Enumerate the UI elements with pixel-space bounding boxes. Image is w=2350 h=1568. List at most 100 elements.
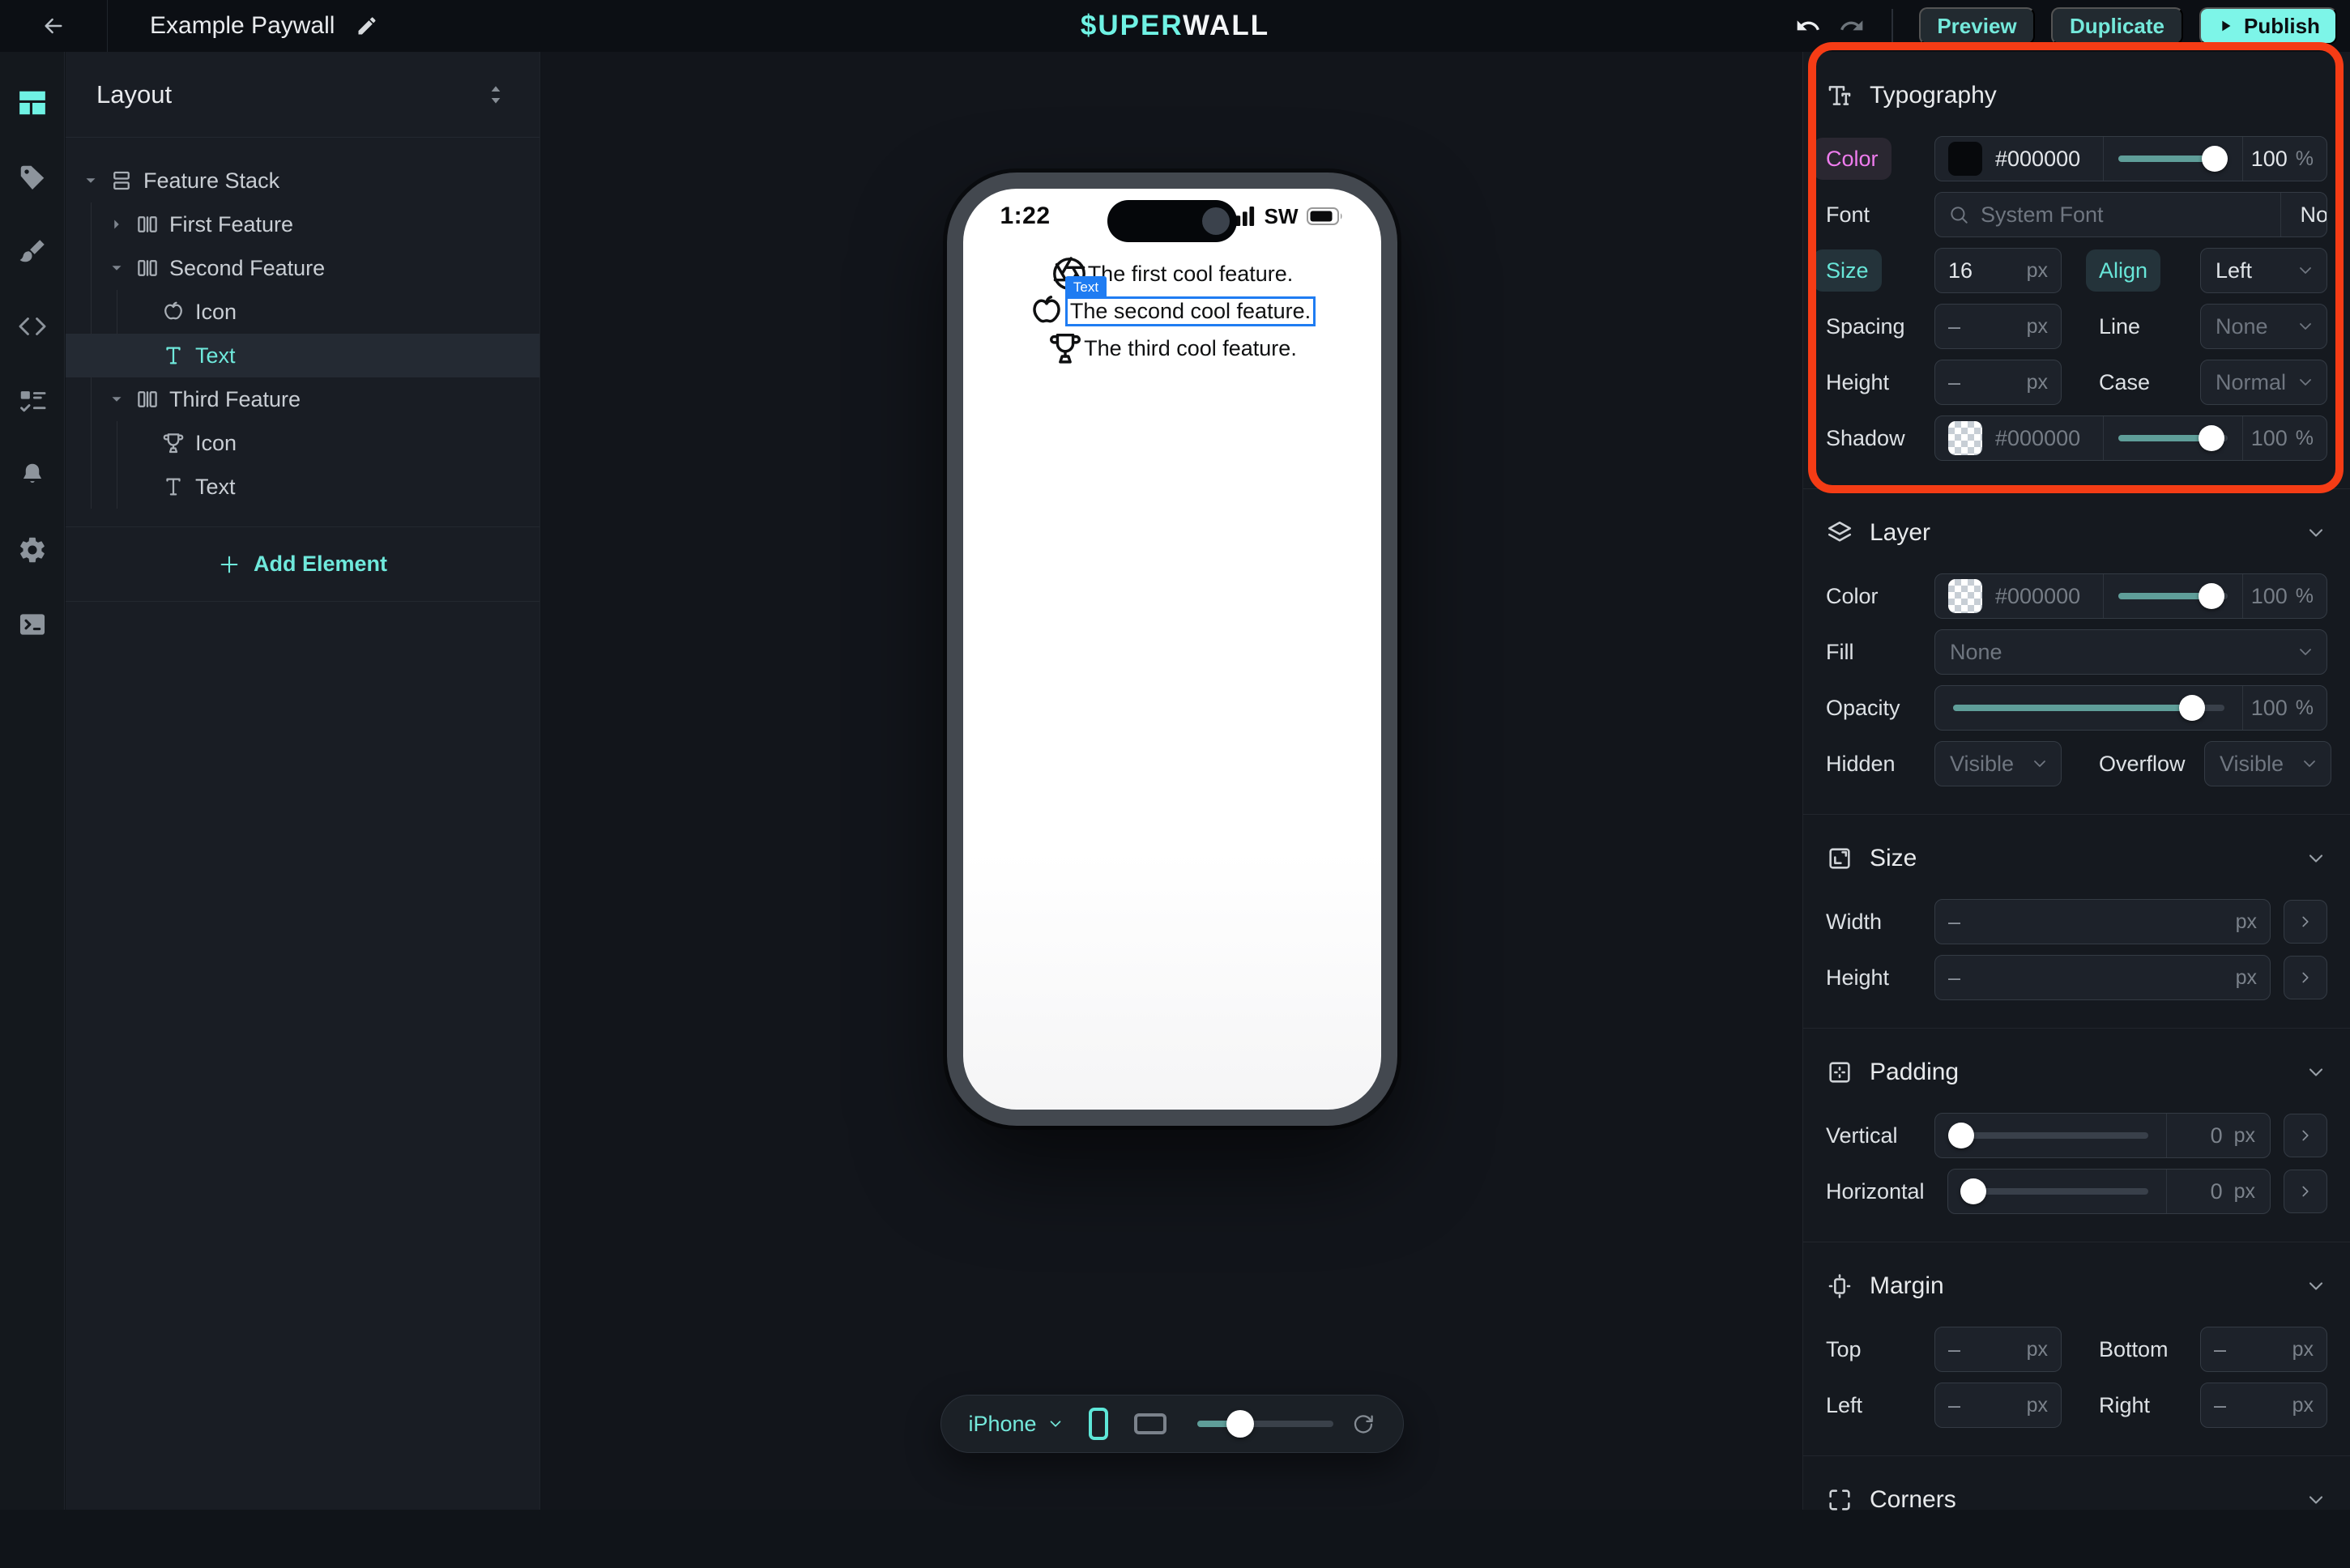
slider-thumb[interactable] <box>1948 1123 1974 1148</box>
slider-thumb[interactable] <box>2179 695 2205 721</box>
horizontal-padding-expand-button[interactable] <box>2284 1170 2327 1213</box>
bell-icon[interactable] <box>14 457 51 494</box>
opacity-percent-field[interactable]: 100 % <box>2242 686 2327 730</box>
margin-bottom-input[interactable]: – px <box>2200 1327 2327 1372</box>
collapse-chevron-icon[interactable] <box>2305 1061 2327 1084</box>
checklist-icon[interactable] <box>14 382 51 420</box>
tree-item-text-selected[interactable]: Text <box>66 334 540 377</box>
width-expand-button[interactable] <box>2284 900 2327 944</box>
add-element-button[interactable]: Add Element <box>66 527 540 602</box>
line-dropdown[interactable]: None <box>2200 304 2327 349</box>
margin-left-input[interactable]: – px <box>1934 1383 2062 1428</box>
margin-top-input[interactable]: – px <box>1934 1327 2062 1372</box>
caret-down-icon[interactable] <box>80 170 101 191</box>
collapse-chevron-icon[interactable] <box>2305 847 2327 870</box>
color-label[interactable]: Color <box>1813 138 1892 180</box>
shadow-percent-field[interactable]: 100 % <box>2242 416 2327 460</box>
caret-down-icon[interactable] <box>106 389 127 410</box>
phone-screen[interactable]: 1:22 SW The first cool feature. Text <box>963 189 1381 1110</box>
opacity-slider[interactable] <box>1935 686 2242 730</box>
color-opacity-slider[interactable] <box>2103 137 2242 181</box>
layer-color-swatch[interactable] <box>1948 579 1982 613</box>
layer-color-hex-field[interactable]: #000000 <box>1935 574 2103 618</box>
stack-icon <box>108 167 135 194</box>
collapse-chevron-icon[interactable] <box>2305 522 2327 544</box>
redo-icon[interactable] <box>1838 12 1866 40</box>
collapse-chevron-icon[interactable] <box>2305 1489 2327 1511</box>
feature-row[interactable]: The third cool feature. <box>1047 330 1297 367</box>
publish-button[interactable]: Publish <box>2199 7 2337 45</box>
vertical-padding-slider[interactable] <box>1935 1114 2166 1157</box>
font-search-field[interactable] <box>1935 193 2280 236</box>
zoom-slider[interactable] <box>1197 1421 1333 1427</box>
shadow-opacity-slider[interactable] <box>2103 416 2242 460</box>
shadow-row: Shadow #000000 100 % <box>1826 415 2327 461</box>
spacing-line-row: Spacing – px Line None <box>1826 304 2327 349</box>
caret-right-icon[interactable] <box>106 214 127 235</box>
color-swatch[interactable] <box>1948 142 1982 176</box>
terminal-icon[interactable] <box>14 606 51 643</box>
vertical-padding-value-field[interactable]: 0 px <box>2166 1114 2270 1157</box>
portrait-orientation-icon[interactable] <box>1089 1408 1108 1440</box>
tree-item-icon[interactable]: Icon <box>66 421 540 465</box>
font-size-input[interactable]: 16 px <box>1934 248 2062 293</box>
zoom-slider-thumb[interactable] <box>1226 1410 1254 1438</box>
height-expand-button[interactable] <box>2284 956 2327 999</box>
undo-icon[interactable] <box>1794 12 1822 40</box>
slider-thumb[interactable] <box>2199 425 2224 451</box>
tree-item-icon[interactable]: Icon <box>66 290 540 334</box>
width-input[interactable]: – px <box>1934 899 2271 944</box>
device-selector[interactable]: iPhone <box>969 1412 1064 1437</box>
edit-title-icon[interactable] <box>356 15 378 37</box>
layer-percent-field[interactable]: 100 % <box>2242 574 2327 618</box>
size-label[interactable]: Size <box>1813 249 1882 292</box>
margin-bottom-value: – <box>2214 1337 2226 1362</box>
align-dropdown[interactable]: Left <box>2200 248 2327 293</box>
selection-outline[interactable]: Text The second cool feature. <box>1065 296 1316 326</box>
landscape-orientation-icon[interactable] <box>1134 1413 1166 1434</box>
horizontal-padding-value-field[interactable]: 0 px <box>2166 1170 2270 1213</box>
code-icon[interactable] <box>14 308 51 345</box>
vertical-padding-expand-button[interactable] <box>2284 1114 2327 1157</box>
duplicate-button[interactable]: Duplicate <box>2051 7 2183 45</box>
slider-thumb[interactable] <box>2199 583 2224 609</box>
width-row: Width – px <box>1826 899 2327 944</box>
slider-thumb[interactable] <box>2202 146 2228 172</box>
slider-thumb[interactable] <box>1960 1178 1986 1204</box>
color-hex-field[interactable]: #000000 <box>1935 137 2103 181</box>
tree-item-third-feature[interactable]: Third Feature <box>66 377 540 421</box>
tree-item-text[interactable]: Text <box>66 465 540 509</box>
tree-item-first-feature[interactable]: First Feature <box>66 202 540 246</box>
refresh-icon[interactable] <box>1351 1412 1375 1436</box>
height-input[interactable]: – px <box>1934 955 2271 1000</box>
sort-icon[interactable] <box>483 82 509 108</box>
horizontal-padding-slider[interactable] <box>1948 1170 2166 1213</box>
tree-item-second-feature[interactable]: Second Feature <box>66 246 540 290</box>
caret-down-icon[interactable] <box>106 258 127 279</box>
brush-icon[interactable] <box>14 233 51 271</box>
line-height-input[interactable]: – px <box>1934 360 2062 405</box>
color-percent-field[interactable]: 100 % <box>2242 137 2327 181</box>
hidden-dropdown[interactable]: Visible <box>1934 741 2062 786</box>
feature-row-selected[interactable]: Text The second cool feature. <box>1028 292 1316 330</box>
size-header: Size <box>1826 839 2327 878</box>
tree-item-feature-stack[interactable]: Feature Stack <box>66 159 540 202</box>
margin-right-input[interactable]: – px <box>2200 1383 2327 1428</box>
collapse-chevron-icon[interactable] <box>2305 1275 2327 1297</box>
shadow-color-swatch[interactable] <box>1948 421 1982 455</box>
align-label[interactable]: Align <box>2086 249 2160 292</box>
case-dropdown[interactable]: Normal <box>2200 360 2327 405</box>
font-weight-dropdown[interactable]: Normal <box>2280 193 2327 236</box>
layer-color-slider[interactable] <box>2103 574 2242 618</box>
overflow-dropdown[interactable]: Visible <box>2204 741 2331 786</box>
font-search-input[interactable] <box>1981 202 2267 228</box>
shadow-hex-field[interactable]: #000000 <box>1935 416 2103 460</box>
back-button[interactable] <box>0 0 108 52</box>
preview-button[interactable]: Preview <box>1919 7 2035 45</box>
gear-icon[interactable] <box>14 531 51 569</box>
tag-icon[interactable] <box>14 159 51 196</box>
layout-tab-icon[interactable] <box>14 84 51 121</box>
letter-spacing-input[interactable]: – px <box>1934 304 2062 349</box>
fill-dropdown[interactable]: None <box>1934 629 2327 675</box>
spacing-label: Spacing <box>1826 314 1934 339</box>
